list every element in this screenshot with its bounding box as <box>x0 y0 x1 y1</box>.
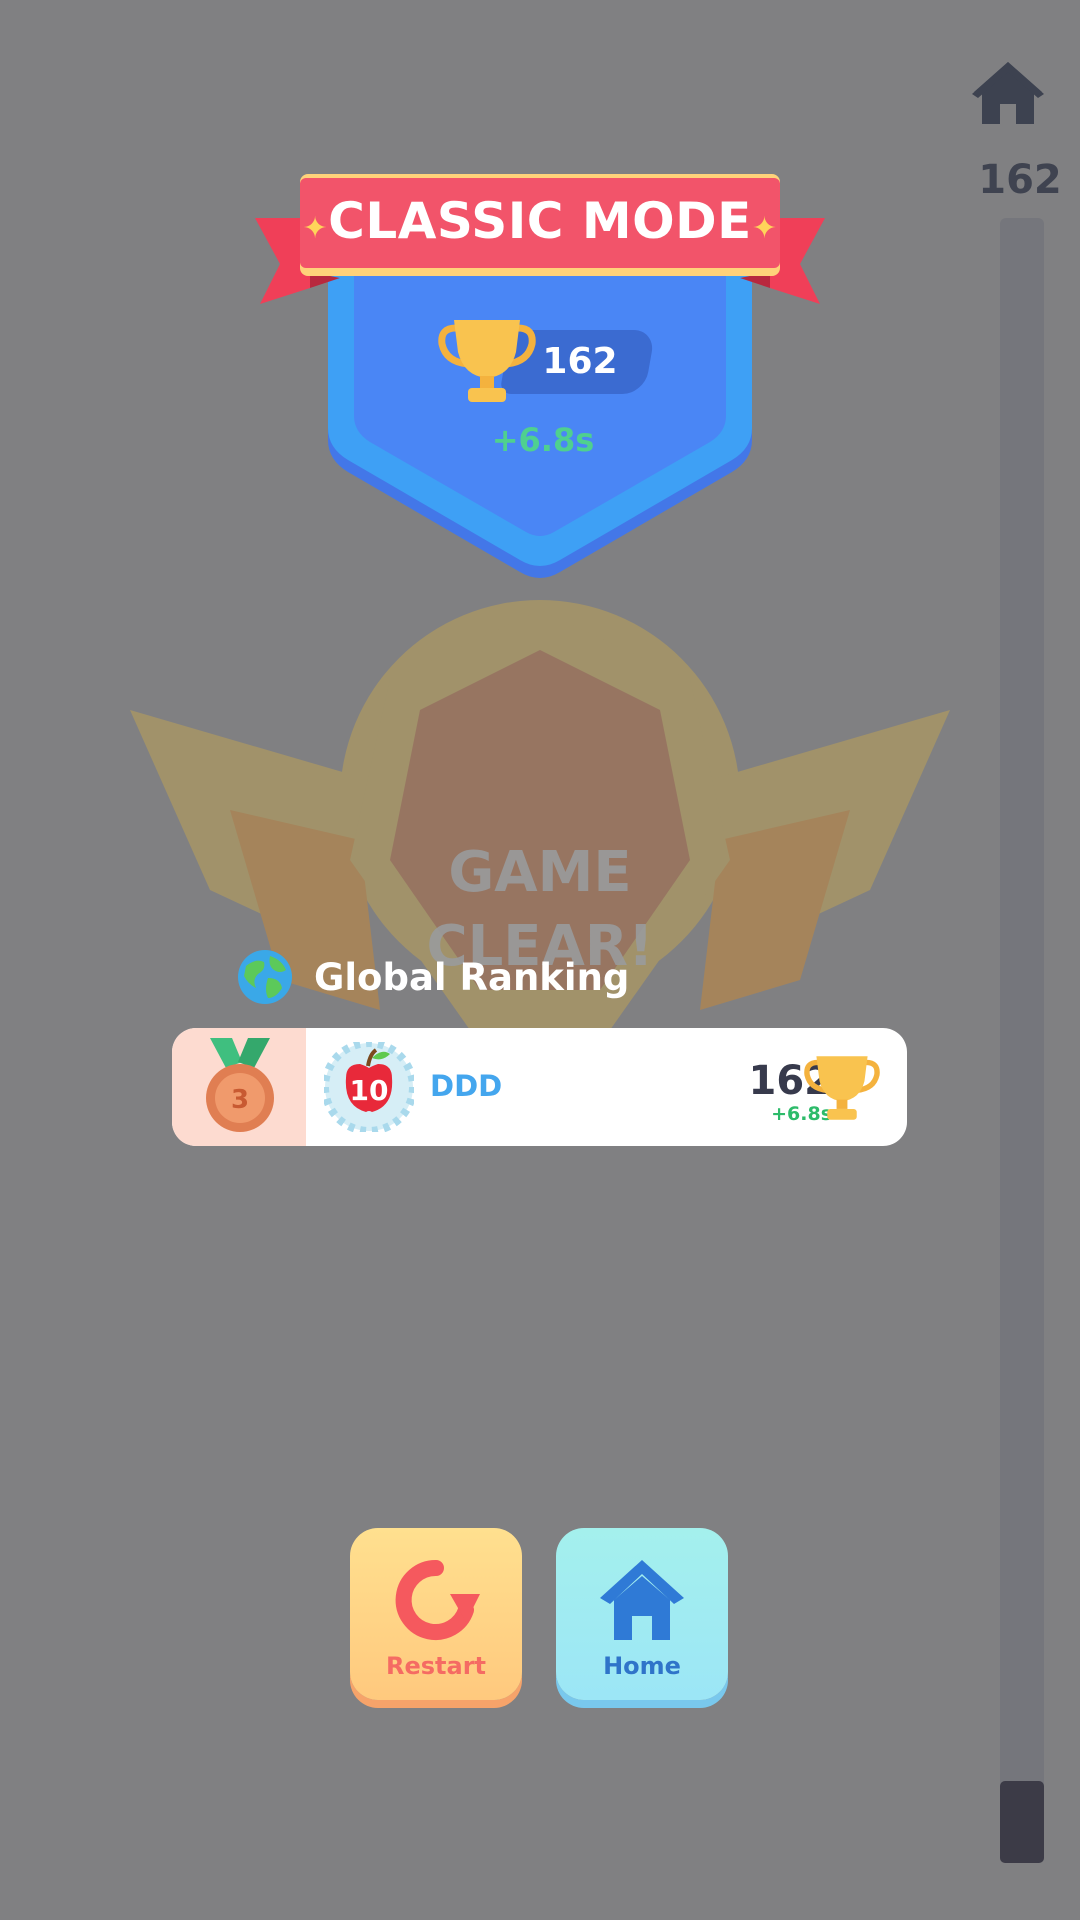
restart-button[interactable]: Restart <box>350 1528 522 1700</box>
restart-icon <box>395 1559 480 1640</box>
trophy-icon <box>804 1056 880 1120</box>
rank-cell: 3 <box>172 1028 306 1146</box>
shield-score: 162 <box>542 341 618 382</box>
sparkle-icon: ✦ <box>302 211 329 246</box>
game-clear-line1: GAME <box>448 840 632 905</box>
home-icon <box>972 62 1044 124</box>
progress-score: 162 <box>978 157 1062 203</box>
home-label: Home <box>603 1652 681 1680</box>
mode-title: ✦CLASSIC MODE✦ <box>300 176 780 266</box>
global-ranking-title: Global Ranking <box>314 956 630 999</box>
sparkle-icon: ✦ <box>751 211 778 246</box>
mode-title-text: CLASSIC MODE <box>328 192 752 250</box>
ranking-row[interactable]: 3 10 DDD 162 +6.8s <box>172 1028 907 1146</box>
trophy-icon <box>438 320 536 402</box>
bronze-medal-icon: 3 <box>206 1038 274 1132</box>
medal-rank: 3 <box>231 1085 249 1115</box>
top-home-button[interactable] <box>970 58 1046 128</box>
home-icon <box>600 1560 684 1640</box>
avatar-level: 10 <box>350 1074 389 1107</box>
shield-time-bonus: +6.8s <box>491 421 595 459</box>
avatar: 10 <box>324 1042 414 1132</box>
home-button[interactable]: Home <box>556 1528 728 1700</box>
player-name: DDD <box>430 1069 503 1103</box>
restart-label: Restart <box>385 1652 487 1680</box>
progress-bar <box>1000 218 1044 1863</box>
globe-icon <box>238 950 292 1004</box>
progress-fill <box>1000 1781 1044 1863</box>
